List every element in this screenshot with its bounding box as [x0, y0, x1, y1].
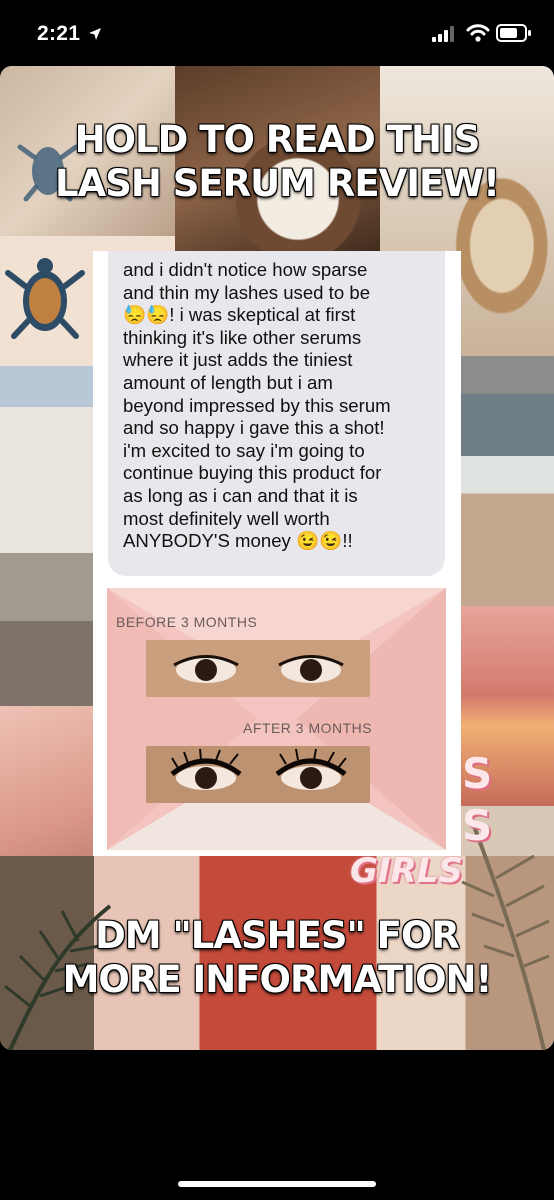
- battery-icon: [496, 24, 532, 47]
- wifi-icon: [466, 24, 490, 47]
- status-bar: 2:21: [0, 0, 554, 66]
- background-word: GIRLS: [350, 851, 463, 891]
- headline-bottom: DM "LASHES" FOR MORE INFORMATION!: [62, 914, 493, 1001]
- turtle-icon: [5, 258, 85, 339]
- message-bubble: and i didn't notice how sparse and thin …: [108, 251, 445, 576]
- collage-beach-tile: [460, 356, 554, 606]
- before-after-image: BEFORE 3 MONTHS AFTER 3 MONTHS: [107, 588, 446, 850]
- cellular-signal-icon: [432, 26, 458, 47]
- location-arrow-icon: [88, 27, 102, 46]
- story-image[interactable]: S S GIRLS HOLD TO READ THIS LASH SERUM R…: [0, 66, 554, 1050]
- background-letter: S: [462, 749, 493, 798]
- before-eyes-photo: [146, 640, 370, 697]
- status-time: 2:21: [37, 22, 81, 45]
- collage-street-tile: [0, 366, 95, 706]
- headline-top: HOLD TO READ THIS LASH SERUM REVIEW!: [55, 118, 500, 205]
- review-text: and i didn't notice how sparse and thin …: [123, 259, 391, 552]
- background-letter: S: [462, 801, 493, 850]
- before-label: BEFORE 3 MONTHS: [116, 614, 258, 630]
- after-eyes-photo: [146, 746, 370, 803]
- after-label: AFTER 3 MONTHS: [243, 720, 373, 736]
- review-screenshot: and i didn't notice how sparse and thin …: [93, 251, 461, 856]
- home-indicator[interactable]: [178, 1181, 376, 1187]
